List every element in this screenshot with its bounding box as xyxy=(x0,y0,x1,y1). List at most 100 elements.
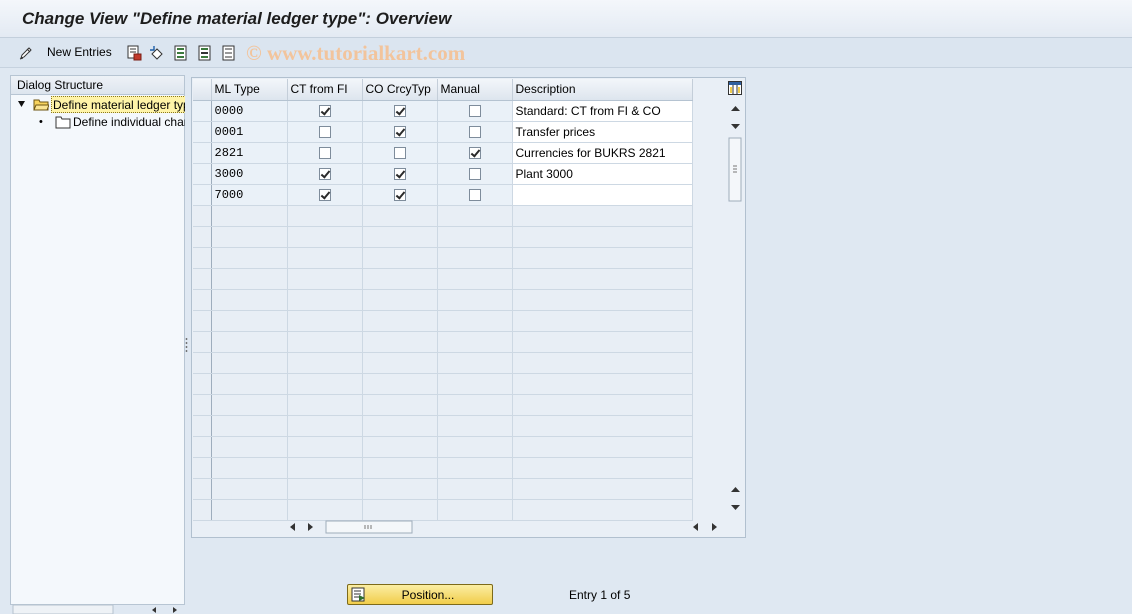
tree-item-label[interactable]: Define individual characteristics xyxy=(73,114,185,130)
empty-cell[interactable] xyxy=(287,247,363,269)
cell-ml-type[interactable]: 0000 xyxy=(211,100,288,122)
row-selector[interactable] xyxy=(193,163,212,185)
select-block-icon[interactable] xyxy=(197,45,213,61)
checkbox-ct-from-fi[interactable] xyxy=(318,147,331,160)
empty-cell[interactable] xyxy=(512,289,693,311)
empty-cell[interactable] xyxy=(437,415,513,437)
cell-ml-type[interactable]: 2821 xyxy=(211,142,288,164)
empty-cell[interactable] xyxy=(362,205,438,227)
empty-cell[interactable] xyxy=(512,373,693,395)
empty-cell[interactable] xyxy=(211,499,288,521)
empty-cell[interactable] xyxy=(287,415,363,437)
empty-cell[interactable] xyxy=(437,394,513,416)
empty-cell[interactable] xyxy=(512,205,693,227)
empty-cell[interactable] xyxy=(287,352,363,374)
column-header-ct-from-fi[interactable]: CT from FI xyxy=(287,79,363,101)
empty-cell[interactable] xyxy=(512,478,693,500)
checkbox-manual[interactable] xyxy=(468,105,481,118)
row-selector[interactable] xyxy=(193,289,212,311)
empty-cell[interactable] xyxy=(362,310,438,332)
undo-change-icon[interactable] xyxy=(149,45,165,61)
empty-cell[interactable] xyxy=(437,331,513,353)
row-selector[interactable] xyxy=(193,436,212,458)
deselect-all-icon[interactable] xyxy=(221,45,237,61)
row-selector[interactable] xyxy=(193,226,212,248)
cell-description[interactable]: Currencies for BUKRS 2821 xyxy=(512,142,693,164)
empty-cell[interactable] xyxy=(362,352,438,374)
table-settings-icon[interactable] xyxy=(728,81,742,95)
column-header-ml-type[interactable]: ML Type xyxy=(211,79,288,101)
panel-splitter[interactable] xyxy=(185,335,188,355)
row-selector[interactable] xyxy=(193,373,212,395)
column-header-description[interactable]: Description xyxy=(512,79,693,101)
row-selector[interactable] xyxy=(193,352,212,374)
empty-cell[interactable] xyxy=(287,226,363,248)
empty-cell[interactable] xyxy=(211,226,288,248)
empty-cell[interactable] xyxy=(512,436,693,458)
checkbox-ct-from-fi[interactable] xyxy=(318,189,331,202)
position-button[interactable]: Position... xyxy=(347,584,493,605)
cell-ml-type[interactable]: 3000 xyxy=(211,163,288,185)
left-panel-hscrollbar[interactable] xyxy=(10,604,185,614)
table-vertical-scrollbar[interactable] xyxy=(727,100,744,518)
empty-cell[interactable] xyxy=(437,436,513,458)
empty-cell[interactable] xyxy=(437,205,513,227)
tree-item-define-material-ledger-type[interactable]: Define material ledger type xyxy=(17,96,185,113)
cell-description[interactable]: Standard: CT from FI & CO xyxy=(512,100,693,122)
checkbox-co-crcytyp[interactable] xyxy=(393,189,406,202)
empty-cell[interactable] xyxy=(287,268,363,290)
cell-description[interactable]: Transfer prices xyxy=(512,121,693,143)
empty-cell[interactable] xyxy=(287,499,363,521)
row-selector[interactable] xyxy=(193,268,212,290)
row-selector[interactable] xyxy=(193,100,212,122)
row-selector[interactable] xyxy=(193,247,212,269)
empty-cell[interactable] xyxy=(437,352,513,374)
empty-cell[interactable] xyxy=(362,394,438,416)
empty-cell[interactable] xyxy=(362,289,438,311)
empty-cell[interactable] xyxy=(211,478,288,500)
empty-cell[interactable] xyxy=(437,289,513,311)
empty-cell[interactable] xyxy=(287,436,363,458)
empty-cell[interactable] xyxy=(362,373,438,395)
empty-cell[interactable] xyxy=(512,415,693,437)
empty-cell[interactable] xyxy=(512,331,693,353)
empty-cell[interactable] xyxy=(287,205,363,227)
row-selector[interactable] xyxy=(193,478,212,500)
empty-cell[interactable] xyxy=(211,415,288,437)
empty-cell[interactable] xyxy=(211,373,288,395)
row-selector[interactable] xyxy=(193,121,212,143)
row-selector[interactable] xyxy=(193,499,212,521)
select-all-cell[interactable] xyxy=(193,79,212,101)
empty-cell[interactable] xyxy=(512,352,693,374)
checkbox-co-crcytyp[interactable] xyxy=(393,126,406,139)
empty-cell[interactable] xyxy=(437,457,513,479)
checkbox-ct-from-fi[interactable] xyxy=(318,168,331,181)
cell-description[interactable]: Plant 3000 xyxy=(512,163,693,185)
checkbox-manual[interactable] xyxy=(468,168,481,181)
checkbox-ct-from-fi[interactable] xyxy=(318,105,331,118)
row-selector[interactable] xyxy=(193,142,212,164)
edit-pencil-icon[interactable] xyxy=(18,45,34,61)
empty-cell[interactable] xyxy=(287,289,363,311)
empty-cell[interactable] xyxy=(211,310,288,332)
checkbox-co-crcytyp[interactable] xyxy=(393,147,406,160)
empty-cell[interactable] xyxy=(211,436,288,458)
checkbox-co-crcytyp[interactable] xyxy=(393,105,406,118)
empty-cell[interactable] xyxy=(287,331,363,353)
checkbox-co-crcytyp[interactable] xyxy=(393,168,406,181)
row-selector[interactable] xyxy=(193,415,212,437)
empty-cell[interactable] xyxy=(512,457,693,479)
row-selector[interactable] xyxy=(193,205,212,227)
empty-cell[interactable] xyxy=(211,394,288,416)
empty-cell[interactable] xyxy=(437,499,513,521)
cell-description[interactable] xyxy=(512,184,693,206)
empty-cell[interactable] xyxy=(211,268,288,290)
empty-cell[interactable] xyxy=(512,310,693,332)
empty-cell[interactable] xyxy=(362,499,438,521)
empty-cell[interactable] xyxy=(437,478,513,500)
tree-item-define-individual-characteristics[interactable]: • Define individual characteristics xyxy=(39,114,185,131)
empty-cell[interactable] xyxy=(211,352,288,374)
empty-cell[interactable] xyxy=(362,268,438,290)
empty-cell[interactable] xyxy=(437,226,513,248)
empty-cell[interactable] xyxy=(512,226,693,248)
